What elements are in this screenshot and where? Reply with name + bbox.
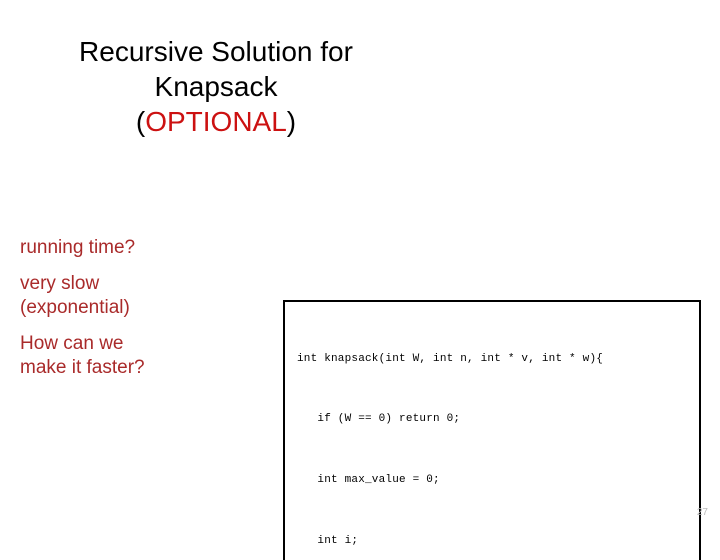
note-line: make it faster? <box>20 357 145 378</box>
note-paragraph-running-time: running time? <box>20 236 270 260</box>
optional-close-paren: ) <box>286 106 297 137</box>
title-line-2: Knapsack <box>154 71 278 102</box>
note-line: running time? <box>20 237 136 258</box>
note-paragraph-very-slow: very slow (exponential) <box>20 272 270 320</box>
page-number: 27 <box>696 507 708 518</box>
note-line: very slow <box>20 273 100 294</box>
optional-label: OPTIONAL <box>145 106 287 137</box>
title-line-3-optional: (OPTIONAL) <box>36 104 396 139</box>
code-line: int max_value = 0; <box>297 474 440 487</box>
optional-open-paren: ( <box>135 106 146 137</box>
code-block: int knapsack(int W, int n, int * v, int … <box>283 300 701 560</box>
note-paragraph-make-it-faster: How can we make it faster? <box>20 332 270 380</box>
notes-column: running time? very slow (exponential) Ho… <box>20 236 270 380</box>
note-line: How can we <box>20 333 124 354</box>
code-line: if (W == 0) return 0; <box>297 413 461 426</box>
slide-canvas: Recursive Solution for Knapsack (OPTIONA… <box>0 0 720 560</box>
code-text: int knapsack(int W, int n, int * v, int … <box>285 302 699 560</box>
title-line-1: Recursive Solution for <box>79 36 353 67</box>
page-title: Recursive Solution for Knapsack (OPTIONA… <box>36 34 396 139</box>
code-line: int knapsack(int W, int n, int * v, int … <box>297 352 604 365</box>
note-line: (exponential) <box>20 297 130 318</box>
code-line: int i; <box>297 535 359 548</box>
